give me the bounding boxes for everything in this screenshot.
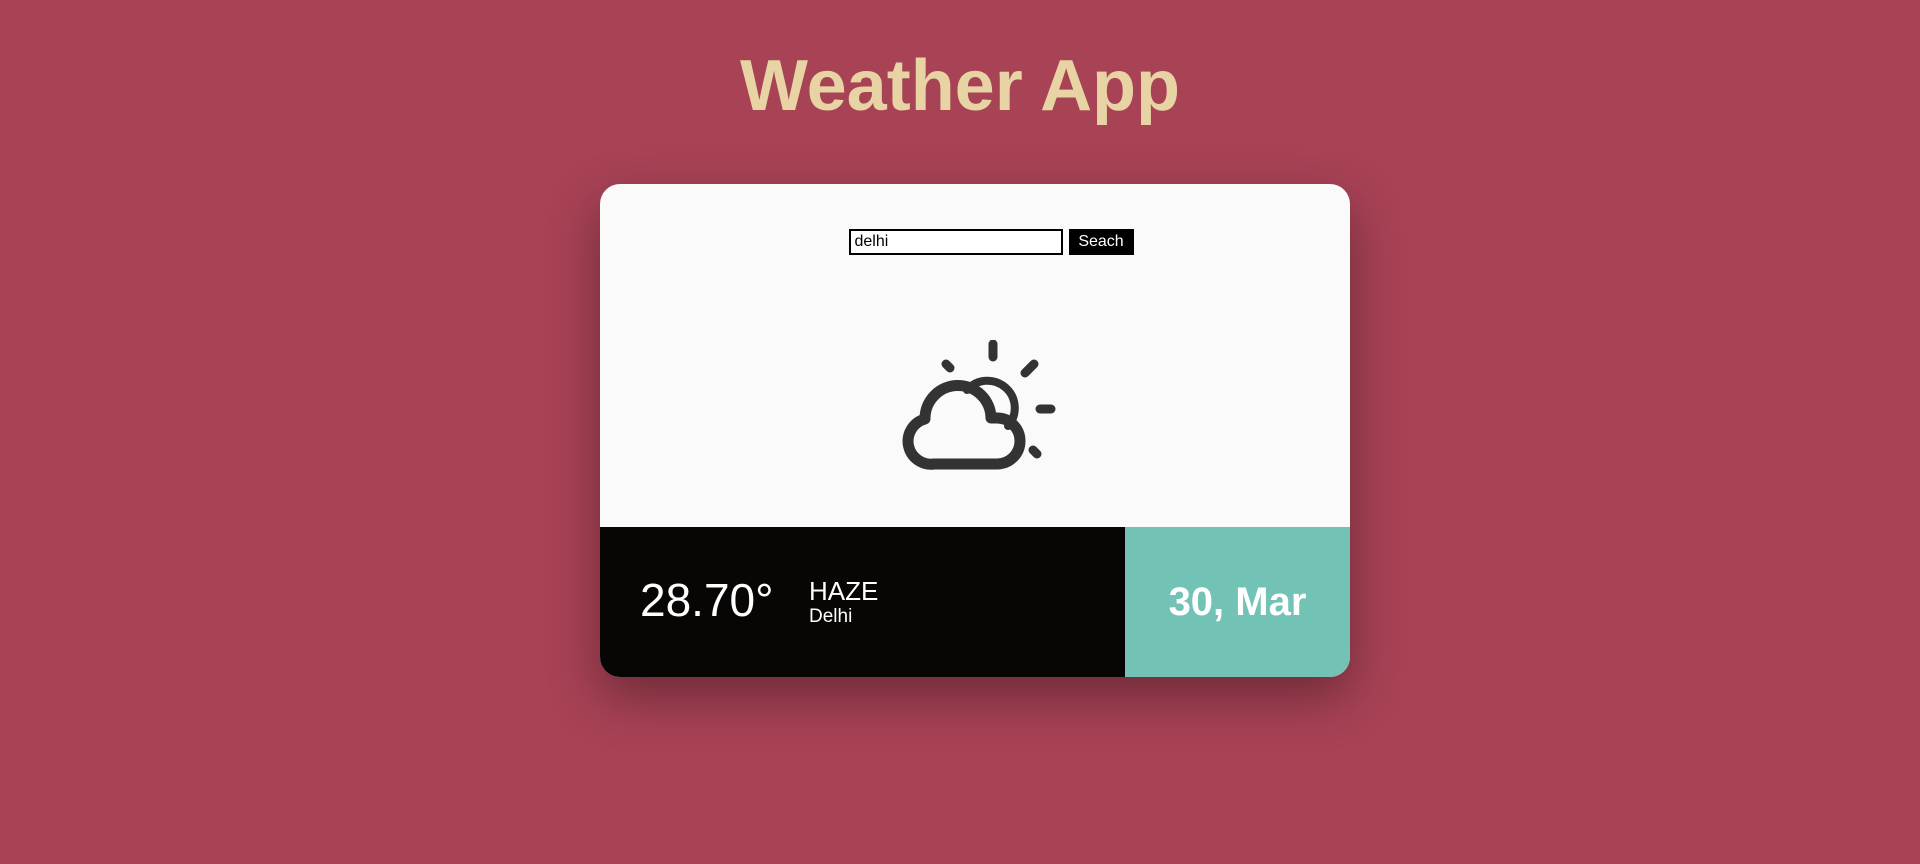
date-value: 30, Mar [1168,580,1307,624]
weather-info-panel: 28.70° HAZE Delhi [600,527,1125,677]
search-bar: Seach [600,229,1350,255]
app-title: Weather App [739,46,1181,126]
partly-cloudy-icon [902,340,1056,470]
city-name: Delhi [809,606,853,627]
search-button[interactable]: Seach [1068,229,1134,255]
date-panel: 30, Mar [1125,527,1350,677]
weather-card: Seach 28.70° HAZE Delhi 30, Mar [600,184,1350,677]
weather-condition: HAZE [809,576,879,606]
temperature-value: 28.70° [640,574,774,626]
search-input[interactable] [848,229,1063,255]
